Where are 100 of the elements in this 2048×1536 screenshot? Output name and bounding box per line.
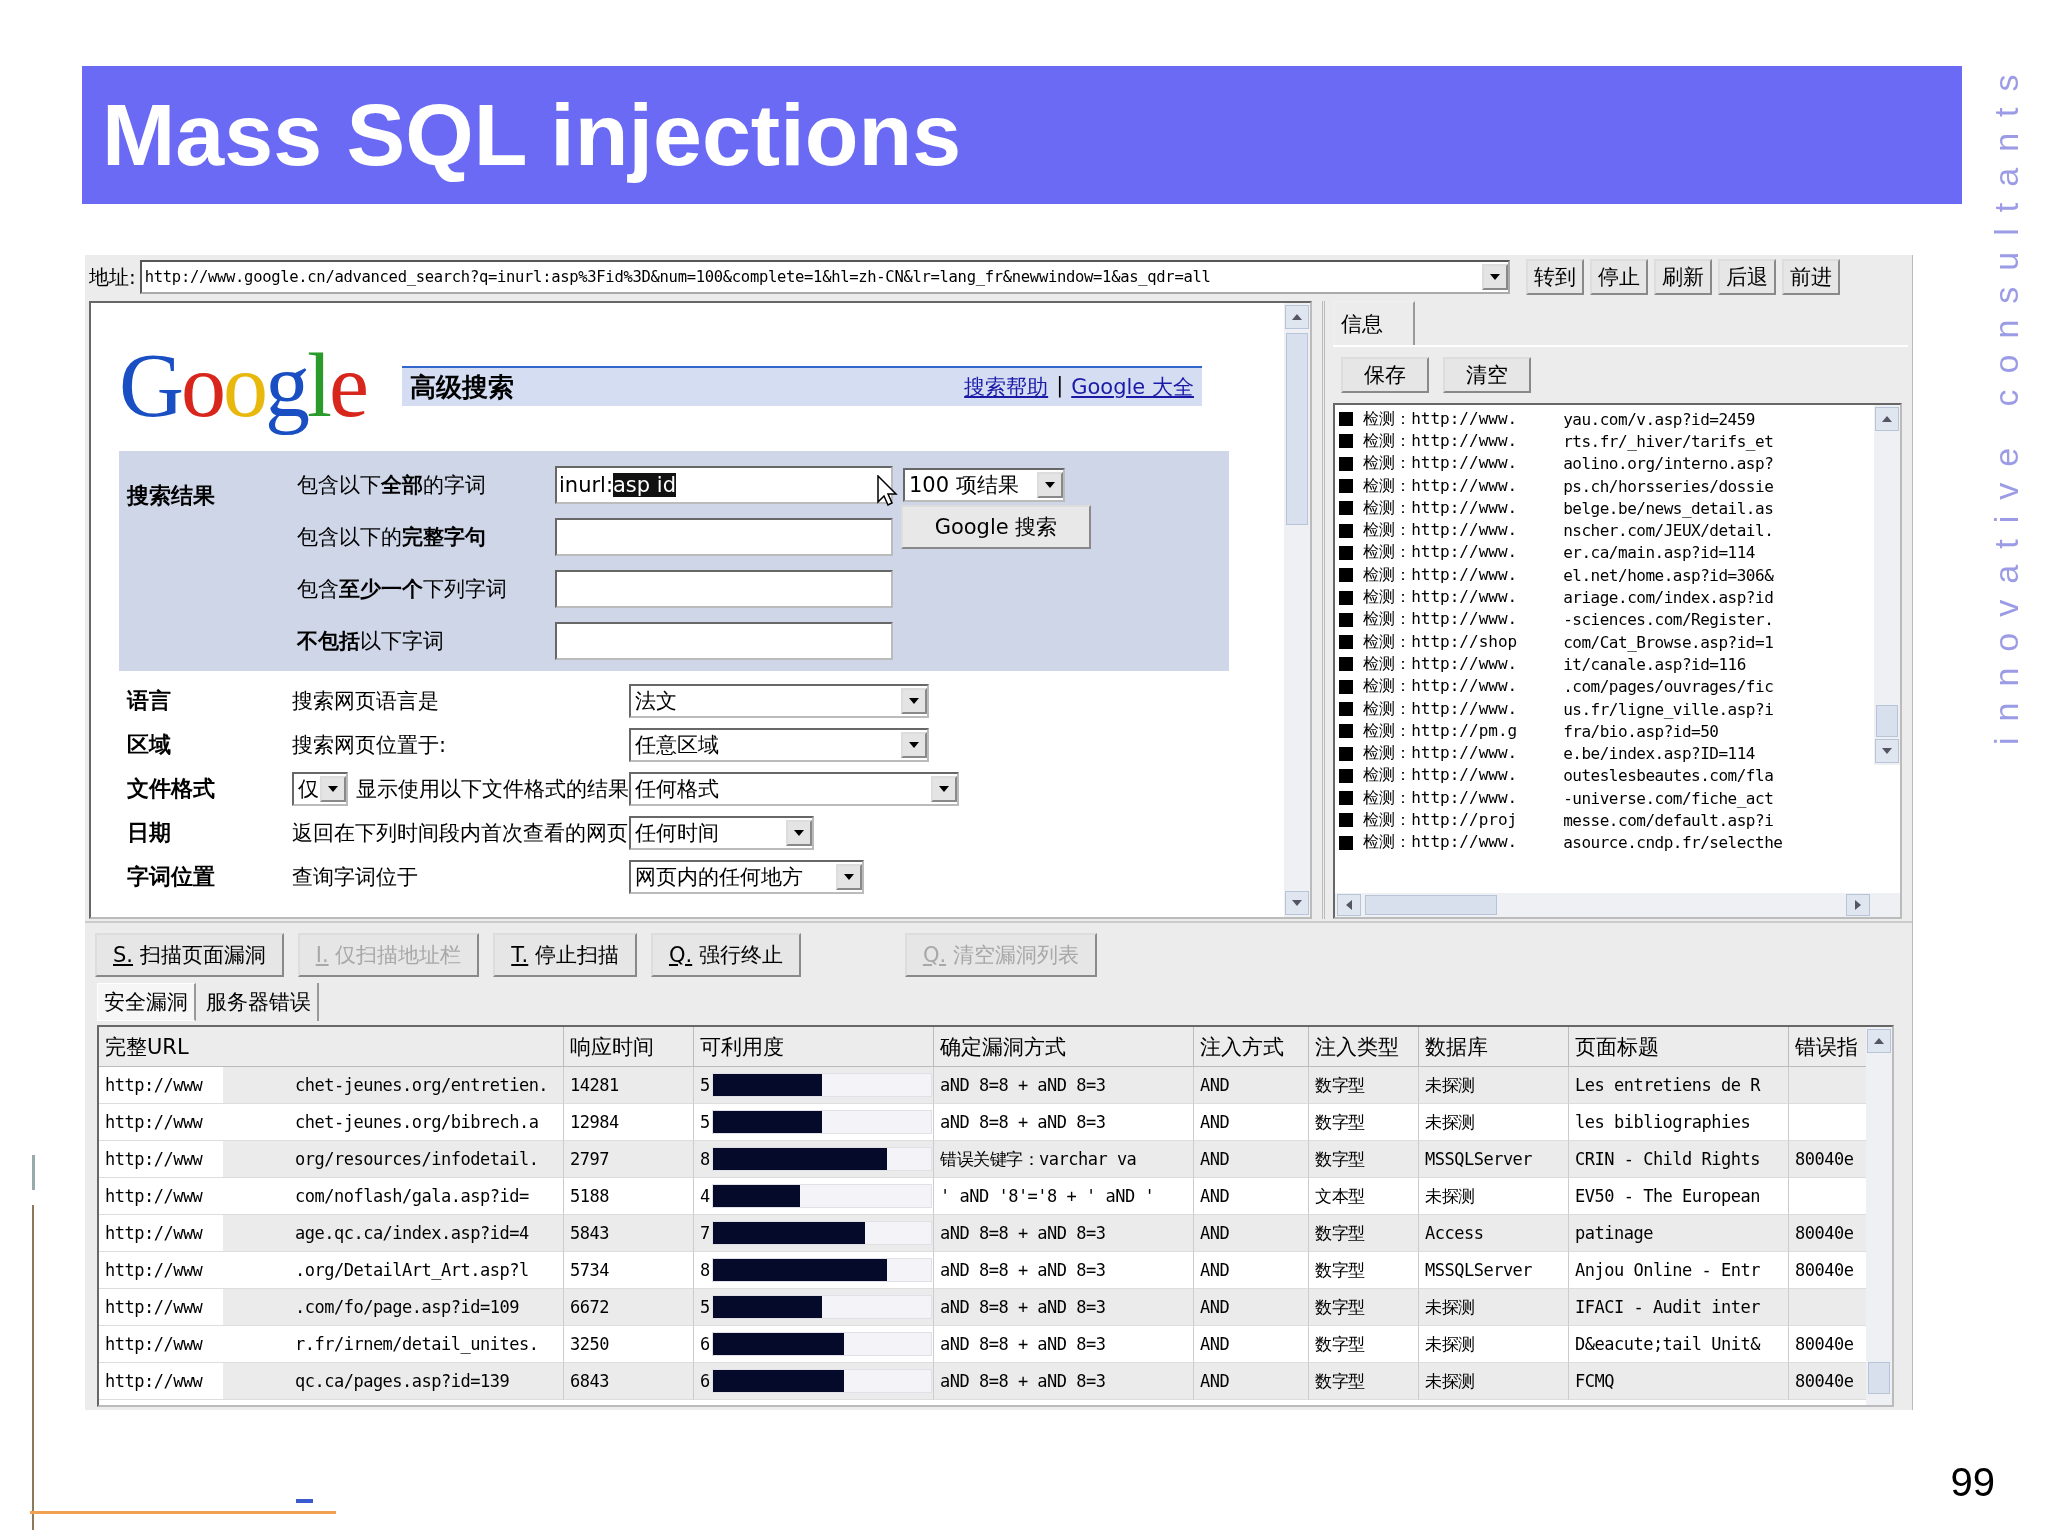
square-icon: [1339, 791, 1354, 806]
table-row[interactable]: http://www age.qc.ca/index.asp?id=4 5843 7 aND 8=8 + aND 8=3 AND 数字型 Access patinage 80040e: [99, 1215, 1866, 1252]
log-prefix: 检测：http://www.: [1363, 587, 1519, 608]
option-select[interactable]: 任何时间: [629, 816, 814, 850]
address-field[interactable]: http://www.google.cn/advanced_search?q=inurl:asp%3Fid%3D&num=100&complete=1&hl=zh-CN&lr=lang_fr&newwindow=1&as_qdr=all: [139, 260, 1510, 294]
option-select[interactable]: 任意区域: [629, 728, 929, 762]
page-heading: 高级搜索: [409, 370, 514, 404]
log-prefix: 检测：http://www.: [1363, 408, 1519, 430]
log-url: com/Cat_Browse.asp?id=1: [1563, 632, 1774, 652]
square-icon: [1339, 523, 1354, 538]
scroll-thumb[interactable]: [1286, 333, 1309, 525]
panel-button[interactable]: 保存: [1341, 357, 1430, 393]
section-label: 搜索结果: [127, 482, 216, 510]
table-row[interactable]: http://www chet-jeunes.org/bibrech.a 12984 5 aND 8=8 + aND 8=3 AND 数字型 未探测 les bibliographies: [99, 1104, 1866, 1141]
text-field[interactable]: [555, 570, 893, 608]
log-prefix: 检测：http://www.: [1363, 832, 1519, 854]
score-value: 6: [700, 1371, 710, 1391]
results-select[interactable]: 100 项结果: [903, 468, 1065, 502]
url-path: age.qc.ca/index.asp?id=4: [295, 1223, 529, 1243]
option-name: 日期: [127, 819, 172, 847]
table-row[interactable]: http://www qc.ca/pages.asp?id=139 6843 6 aND 8=8 + aND 8=3 AND 数字型 未探测 FCMQ 80040e: [99, 1363, 1866, 1400]
score-value: 8: [700, 1149, 710, 1169]
result-tab[interactable]: 安全漏洞: [97, 983, 196, 1021]
score-value: 7: [700, 1223, 710, 1243]
up-arrow-icon[interactable]: [1291, 313, 1304, 321]
log-url: e.be/index.asp?ID=114: [1563, 744, 1755, 764]
option-select[interactable]: 任何格式: [629, 772, 959, 806]
table-row[interactable]: http://www com/noflash/gala.asp?id= 5188 4 ' aND '8'='8 + ' aND ' AND 文本型 未探测 EV50 - The European: [99, 1178, 1866, 1215]
scrollbar[interactable]: [1866, 1027, 1892, 1405]
square-icon: [1339, 568, 1354, 583]
scan-button[interactable]: T. 停止扫描: [493, 933, 637, 977]
url-start: http://www: [99, 1215, 223, 1251]
google-link[interactable]: Google 大全: [1071, 373, 1194, 401]
down-arrow-icon[interactable]: [1881, 747, 1893, 755]
down-arrow-icon[interactable]: [1291, 899, 1304, 907]
log-url: us.fr/ligne_ville.asp?i: [1563, 699, 1774, 719]
option-label: 查询字词位于: [292, 864, 418, 891]
square-icon: [1339, 412, 1354, 427]
table-row[interactable]: http://www chet-jeunes.org/entretien. 14281 5 aND 8=8 + aND 8=3 AND 数字型 未探测 Les entretiens de R: [99, 1067, 1866, 1104]
table-row[interactable]: http://www .com/fo/page.asp?id=109 6672 5 aND 8=8 + aND 8=3 AND 数字型 未探测 IFACI - Audit inter: [99, 1289, 1866, 1326]
scrollbar[interactable]: [1335, 893, 1900, 917]
log-prefix: 检测：http://www.: [1363, 542, 1519, 564]
log-prefix: 检测：http://www.: [1363, 609, 1519, 631]
option-label: 返回在下列时间段内首次查看的网页: [292, 820, 628, 847]
table-cell: 6843: [564, 1363, 694, 1400]
text-field[interactable]: inurl:asp id: [555, 466, 893, 504]
url-path: org/resources/infodetail.: [295, 1149, 539, 1169]
toolbar-button[interactable]: 后退: [1717, 259, 1776, 295]
log-url: fra/bio.asp?id=50: [1563, 721, 1719, 741]
scan-button[interactable]: Q. 强行终止: [650, 933, 801, 977]
right-arrow-icon[interactable]: [1854, 899, 1862, 911]
log-prefix: 检测：http://www.: [1363, 564, 1519, 586]
url-path: .org/DetailArt_Art.asp?l: [295, 1260, 529, 1280]
up-arrow-icon[interactable]: [1873, 1037, 1885, 1045]
score-value: 5: [700, 1297, 710, 1317]
table-row[interactable]: http://www org/resources/infodetail. 2797 8 错误关键字：varchar va AND 数字型 MSSQLServer CRIN - Child Rights 80040e: [99, 1141, 1866, 1178]
toolbar-button[interactable]: 前进: [1781, 259, 1840, 295]
log-url: belge.be/news_detail.as: [1563, 498, 1774, 518]
scroll-thumb[interactable]: [1868, 1362, 1890, 1394]
toolbar-button[interactable]: 刷新: [1653, 259, 1712, 295]
log-url: rts.fr/_hiver/tarifs_et: [1563, 431, 1774, 451]
scroll-thumb[interactable]: [1365, 895, 1498, 915]
search-button[interactable]: Google 搜索: [901, 505, 1091, 549]
option-select[interactable]: 网页内的任何地方: [629, 860, 864, 894]
option-name: 语言: [127, 687, 172, 715]
table-cell: AND: [1194, 1363, 1309, 1400]
square-icon: [1339, 635, 1354, 650]
url-path: .com/fo/page.asp?id=109: [295, 1297, 519, 1317]
square-icon: [1339, 835, 1354, 850]
url-path: r.fr/irnem/detail_unites.: [295, 1334, 539, 1354]
log-url: asource.cndp.fr/selecthe: [1563, 833, 1783, 853]
table-cell: 数字型: [1309, 1363, 1419, 1400]
table-row[interactable]: http://www r.fr/irnem/detail_unites. 3250 6 aND 8=8 + aND 8=3 AND 数字型 未探测 D&eacute;tail Unit& 80040e: [99, 1326, 1866, 1363]
up-arrow-icon[interactable]: [1881, 415, 1893, 423]
scrollbar[interactable]: [1874, 405, 1900, 765]
url-start: http://www: [99, 1067, 223, 1103]
slide-title: Mass SQL injections: [102, 84, 962, 186]
log-prefix: 检测：http://www.: [1363, 787, 1519, 809]
scan-button[interactable]: S. 扫描页面漏洞: [95, 933, 284, 977]
url-path: chet-jeunes.org/entretien.: [295, 1075, 549, 1095]
log-prefix: 检测：http://www.: [1363, 676, 1519, 698]
text-field[interactable]: [555, 622, 893, 660]
scroll-thumb[interactable]: [1876, 705, 1898, 737]
help-link[interactable]: 搜索帮助: [964, 373, 1049, 401]
log-url: yau.com/v.asp?id=2459: [1563, 409, 1755, 429]
square-icon: [1339, 501, 1354, 516]
left-arrow-icon[interactable]: [1345, 899, 1354, 911]
panel-button[interactable]: 清空: [1443, 357, 1532, 393]
scrollbar[interactable]: [1284, 303, 1311, 917]
table-cell: aND 8=8 + aND 8=3: [934, 1363, 1194, 1400]
format-mode-select[interactable]: 仅: [292, 772, 348, 806]
log-prefix: 检测：http://www.: [1363, 698, 1519, 720]
toolbar-button[interactable]: 转到: [1525, 259, 1584, 295]
url-start: http://www: [99, 1141, 223, 1177]
toolbar-button[interactable]: 停止: [1589, 259, 1648, 295]
option-select[interactable]: 法文: [629, 684, 929, 718]
text-field[interactable]: [555, 518, 893, 556]
log-url: aolino.org/interno.asp?: [1563, 454, 1774, 474]
square-icon: [1339, 456, 1354, 471]
table-row[interactable]: http://www .org/DetailArt_Art.asp?l 5734 8 aND 8=8 + aND 8=3 AND 数字型 MSSQLServer Anjou Online - Entr 80040e: [99, 1252, 1866, 1289]
